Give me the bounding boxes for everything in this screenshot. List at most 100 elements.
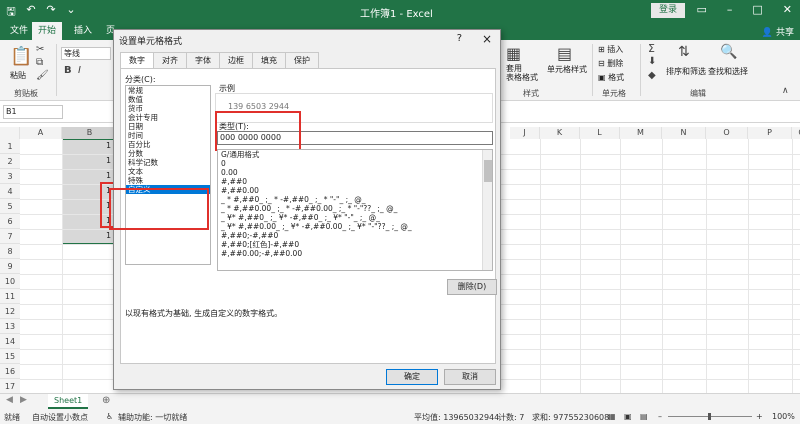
zoom-slider-thumb[interactable] [708, 413, 711, 420]
zoom-in-icon[interactable]: + [756, 412, 763, 421]
zoom-level[interactable]: 100% [772, 412, 795, 421]
font-name-select[interactable]: 等线 [61, 47, 111, 60]
format-item[interactable]: _ ¥* #,##0.00_ ;_ ¥* -#,##0.00_ ;_ ¥* "-… [218, 222, 492, 231]
format-list[interactable]: G/通用格式 0 0.00 #,##0 #,##0.00 _ * #,##0_ … [217, 149, 493, 271]
cell-value[interactable]: 1 [106, 156, 111, 165]
category-item[interactable]: 科学记数 [126, 158, 210, 167]
format-item[interactable]: _ * #,##0_ ;_ * -#,##0_ ;_ * "-"_ ;_ @_ [218, 195, 492, 204]
category-item[interactable]: 日期 [126, 122, 210, 131]
autosum-icon[interactable]: Σ [648, 42, 655, 55]
undo-icon[interactable]: ↶ [24, 3, 38, 22]
copy-icon[interactable]: ⧉ [36, 57, 43, 68]
delete-format-button[interactable]: 删除(D) [447, 279, 497, 295]
column-header[interactable]: O [706, 127, 748, 139]
format-cells-button[interactable]: ▣ 格式 [598, 72, 624, 83]
tab-insert[interactable]: 插入 [68, 22, 98, 40]
tab-home[interactable]: 开始 [32, 22, 63, 40]
category-item[interactable]: 文本 [126, 167, 210, 176]
insert-cells-button[interactable]: ⊞ 插入 [598, 44, 623, 55]
tab-number[interactable]: 数字 [120, 52, 154, 69]
row-header[interactable]: 10 [0, 274, 20, 289]
row-header[interactable]: 2 [0, 154, 20, 169]
cell-style-label[interactable]: 单元格样式 [547, 64, 587, 75]
format-item[interactable]: _ * #,##0.00_ ;_ * -#,##0.00_ ;_ * "-"??… [218, 204, 492, 213]
tab-protection[interactable]: 保护 [285, 52, 319, 68]
zoom-out-icon[interactable]: – [658, 412, 662, 421]
format-item[interactable]: G/通用格式 [218, 150, 492, 159]
save-icon[interactable]: 🖫 [4, 3, 18, 22]
category-item[interactable]: 货币 [126, 104, 210, 113]
sort-filter-label[interactable]: 排序和筛选 [666, 66, 706, 77]
redo-icon[interactable]: ↷ [44, 3, 58, 22]
add-sheet-icon[interactable]: ⊕ [102, 395, 110, 406]
sheet-tab[interactable]: Sheet1 [48, 394, 89, 409]
login-button[interactable]: 登录 [651, 3, 685, 18]
collapse-ribbon-icon[interactable]: ∧ [782, 86, 789, 96]
category-item[interactable]: 特殊 [126, 176, 210, 185]
column-header[interactable]: P [748, 127, 792, 139]
row-header[interactable]: 12 [0, 304, 20, 319]
category-item[interactable]: 百分比 [126, 140, 210, 149]
format-list-scrollbar[interactable] [482, 150, 492, 270]
ribbon-options-icon[interactable]: ▭ [696, 3, 706, 16]
format-item[interactable]: #,##0 [218, 177, 492, 186]
dialog-close-icon[interactable]: × [482, 32, 492, 46]
next-sheet-icon[interactable]: ▶ [20, 395, 27, 405]
column-header[interactable]: Q [792, 127, 800, 139]
category-item[interactable]: 常规 [126, 86, 210, 95]
category-item[interactable]: 时间 [126, 131, 210, 140]
column-header[interactable]: A [20, 127, 62, 139]
ok-button[interactable]: 确定 [386, 369, 438, 385]
format-item[interactable]: #,##0.00;-#,##0.00 [218, 249, 492, 258]
format-item[interactable]: #,##0;[红色]-#,##0 [218, 240, 492, 249]
cell-value[interactable]: 1 [106, 231, 111, 240]
fill-icon[interactable]: ⬇ [648, 56, 656, 67]
page-layout-icon[interactable]: ▣ [624, 412, 632, 421]
format-table-label[interactable]: 套用 表格格式 [506, 64, 538, 82]
tab-fill[interactable]: 填充 [252, 52, 286, 68]
category-item[interactable]: 数值 [126, 95, 210, 104]
clear-icon[interactable]: ◆ [648, 70, 656, 81]
tab-alignment[interactable]: 对齐 [153, 52, 187, 68]
maximize-icon[interactable]: □ [752, 3, 762, 16]
format-table-icon[interactable]: ▦ [506, 44, 521, 63]
column-header[interactable]: J [510, 127, 540, 139]
select-all-corner[interactable] [0, 127, 20, 139]
tab-font[interactable]: 字体 [186, 52, 220, 68]
row-header[interactable]: 5 [0, 199, 20, 214]
name-box[interactable]: B1 [3, 105, 63, 119]
row-header[interactable]: 7 [0, 229, 20, 244]
row-header[interactable]: 14 [0, 334, 20, 349]
column-header[interactable]: K [540, 127, 580, 139]
row-header[interactable]: 16 [0, 364, 20, 379]
sort-filter-icon[interactable]: ⇅ [678, 44, 690, 60]
prev-sheet-icon[interactable]: ◀ [6, 395, 13, 405]
cut-icon[interactable]: ✂ [36, 44, 44, 55]
minimize-icon[interactable]: – [727, 3, 733, 16]
column-header[interactable]: B [62, 127, 118, 139]
normal-view-icon[interactable]: ▦ [608, 412, 616, 421]
row-header[interactable]: 9 [0, 259, 20, 274]
cell-value[interactable]: 1 [106, 171, 111, 180]
page-break-icon[interactable]: ▤ [640, 412, 648, 421]
format-item[interactable]: #,##0;-#,##0 [218, 231, 492, 240]
help-icon[interactable]: ? [457, 33, 462, 44]
paste-icon[interactable]: 📋 [10, 46, 32, 67]
row-header[interactable]: 11 [0, 289, 20, 304]
column-header[interactable]: L [580, 127, 620, 139]
category-list[interactable]: 常规 数值 货币 会计专用 日期 时间 百分比 分数 科学记数 文本 特殊 自定… [125, 85, 211, 265]
cell-value[interactable]: 1 [106, 141, 111, 150]
share-button[interactable]: 👤 共享 [762, 25, 794, 38]
row-header[interactable]: 1 [0, 139, 20, 154]
format-painter-icon[interactable]: 🖌 [36, 70, 49, 81]
paste-label[interactable]: 粘贴 [10, 70, 26, 81]
format-item[interactable]: 0.00 [218, 168, 492, 177]
status-accessibility[interactable]: 辅助功能: 一切就绪 [118, 412, 187, 423]
format-item[interactable]: #,##0.00 [218, 186, 492, 195]
find-select-icon[interactable]: 🔍 [720, 44, 737, 60]
cell-style-icon[interactable]: ▤ [557, 44, 572, 63]
category-item[interactable]: 会计专用 [126, 113, 210, 122]
row-header[interactable]: 15 [0, 349, 20, 364]
tab-border[interactable]: 边框 [219, 52, 253, 68]
tab-file[interactable]: 文件 [4, 22, 34, 40]
